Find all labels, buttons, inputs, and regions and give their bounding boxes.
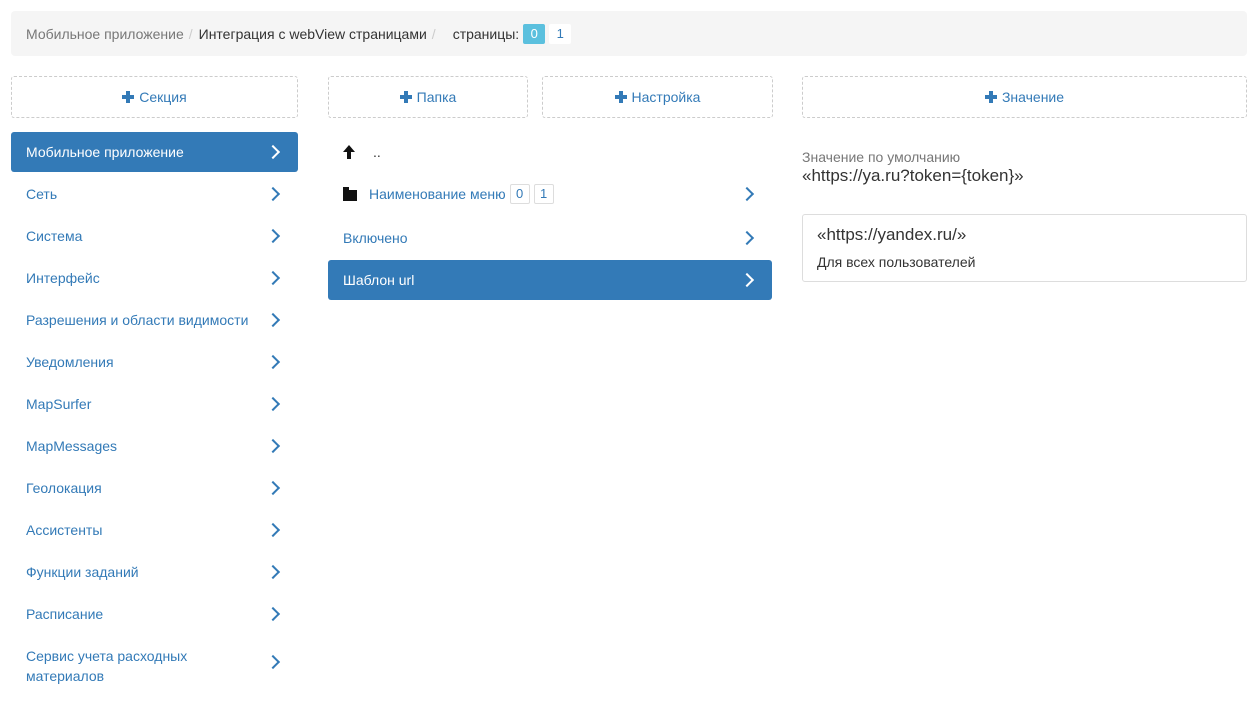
add-setting-label: Настройка (631, 89, 701, 105)
chevron-right-icon (265, 312, 281, 328)
section-item-network[interactable]: Сеть (11, 174, 298, 214)
value-card[interactable]: «https://yandex.ru/» Для всех пользовате… (802, 214, 1247, 282)
section-item-permissions[interactable]: Разрешения и области видимости (11, 300, 298, 340)
navigate-up-label: .. (373, 144, 381, 160)
chevron-right-icon (265, 438, 281, 454)
section-item-label: Ассистенты (26, 522, 103, 538)
section-item-label: Разрешения и области видимости (26, 312, 249, 328)
section-item-task-functions[interactable]: Функции заданий (11, 552, 298, 592)
chevron-right-icon (739, 272, 755, 288)
plus-icon (122, 91, 135, 103)
add-value-button[interactable]: Значение (802, 76, 1247, 118)
chevron-right-icon (265, 270, 281, 286)
breadcrumb-item-mobile-app[interactable]: Мобильное приложение (26, 26, 184, 42)
section-item-label: Сеть (26, 186, 58, 202)
setting-item-enabled[interactable]: Включено (328, 218, 772, 258)
chevron-right-icon (265, 522, 281, 538)
chevron-right-icon (265, 354, 281, 370)
section-item-system[interactable]: Система (11, 216, 298, 256)
section-item-consumables-service[interactable]: Сервис учета расходных материалов (11, 641, 298, 691)
plus-icon (399, 91, 412, 103)
section-item-label: MapSurfer (26, 396, 92, 412)
section-item-geolocation[interactable]: Геолокация (11, 468, 298, 508)
section-item-notifications[interactable]: Уведомления (11, 342, 298, 382)
section-item-label: Интерфейс (26, 270, 100, 286)
plus-icon (614, 91, 627, 103)
add-section-label: Секция (139, 89, 187, 105)
value-text: «https://yandex.ru/» (817, 225, 967, 244)
section-item-interface[interactable]: Интерфейс (11, 258, 298, 298)
chevron-right-icon (265, 564, 281, 580)
section-item-mapmessages[interactable]: MapMessages (11, 426, 298, 466)
section-item-label: Геолокация (26, 480, 102, 496)
chevron-right-icon (739, 186, 755, 202)
section-item-mapsurfer[interactable]: MapSurfer (11, 384, 298, 424)
default-value-label: Значение по умолчанию (802, 149, 961, 165)
chevron-right-icon (265, 606, 281, 622)
pages-label: страницы: (452, 25, 520, 42)
navigate-up-item[interactable]: .. (328, 132, 772, 172)
breadcrumb: Мобильное приложение / Интеграция с webV… (11, 11, 1247, 56)
folder-icon (343, 186, 357, 201)
chevron-right-icon (265, 186, 281, 202)
page-1-badge[interactable]: 1 (549, 23, 572, 44)
default-value-text: «https://ya.ru?token={token}» (802, 166, 1024, 185)
arrow-up-icon (343, 145, 355, 159)
section-item-label: Функции заданий (26, 564, 139, 580)
plus-icon (984, 91, 997, 103)
chevron-right-icon (265, 480, 281, 496)
section-item-schedule[interactable]: Расписание (11, 594, 298, 634)
value-scope: Для всех пользователей (817, 254, 976, 270)
setting-item-url-template[interactable]: Шаблон url (328, 260, 772, 300)
setting-item-label: Включено (343, 230, 408, 246)
section-item-label: Мобильное приложение (26, 144, 184, 160)
section-item-label: Система (26, 228, 83, 244)
breadcrumb-separator: / (431, 25, 436, 42)
breadcrumb-item-webview-integration: Интеграция с webView страницами (198, 25, 427, 42)
section-item-label: Уведомления (26, 354, 114, 370)
add-section-button[interactable]: Секция (11, 76, 298, 118)
add-value-label: Значение (1001, 89, 1065, 105)
setting-item-label: Шаблон url (343, 272, 415, 288)
section-item-label: Сервис учета расходных материалов (26, 648, 188, 684)
chevron-right-icon (739, 230, 755, 246)
chevron-right-icon (265, 396, 281, 412)
section-item-assistants[interactable]: Ассистенты (11, 510, 298, 550)
chevron-right-icon (265, 228, 281, 244)
folder-item-label: Наименование меню (369, 186, 506, 202)
section-item-label: MapMessages (26, 438, 118, 454)
chevron-right-icon (265, 654, 281, 670)
section-item-label: Расписание (26, 606, 104, 622)
folder-page-0-badge[interactable]: 0 (509, 184, 530, 204)
add-setting-button[interactable]: Настройка (542, 76, 773, 118)
section-item-mobile-app[interactable]: Мобильное приложение (11, 132, 298, 172)
breadcrumb-separator: / (188, 25, 193, 42)
add-folder-label: Папка (416, 89, 457, 105)
add-folder-button[interactable]: Папка (328, 76, 528, 118)
chevron-right-icon (265, 144, 281, 160)
folder-page-1-badge[interactable]: 1 (533, 184, 554, 204)
folder-item-menu-name[interactable]: Наименование меню 0 1 (328, 174, 772, 214)
page-0-badge[interactable]: 0 (523, 23, 546, 44)
